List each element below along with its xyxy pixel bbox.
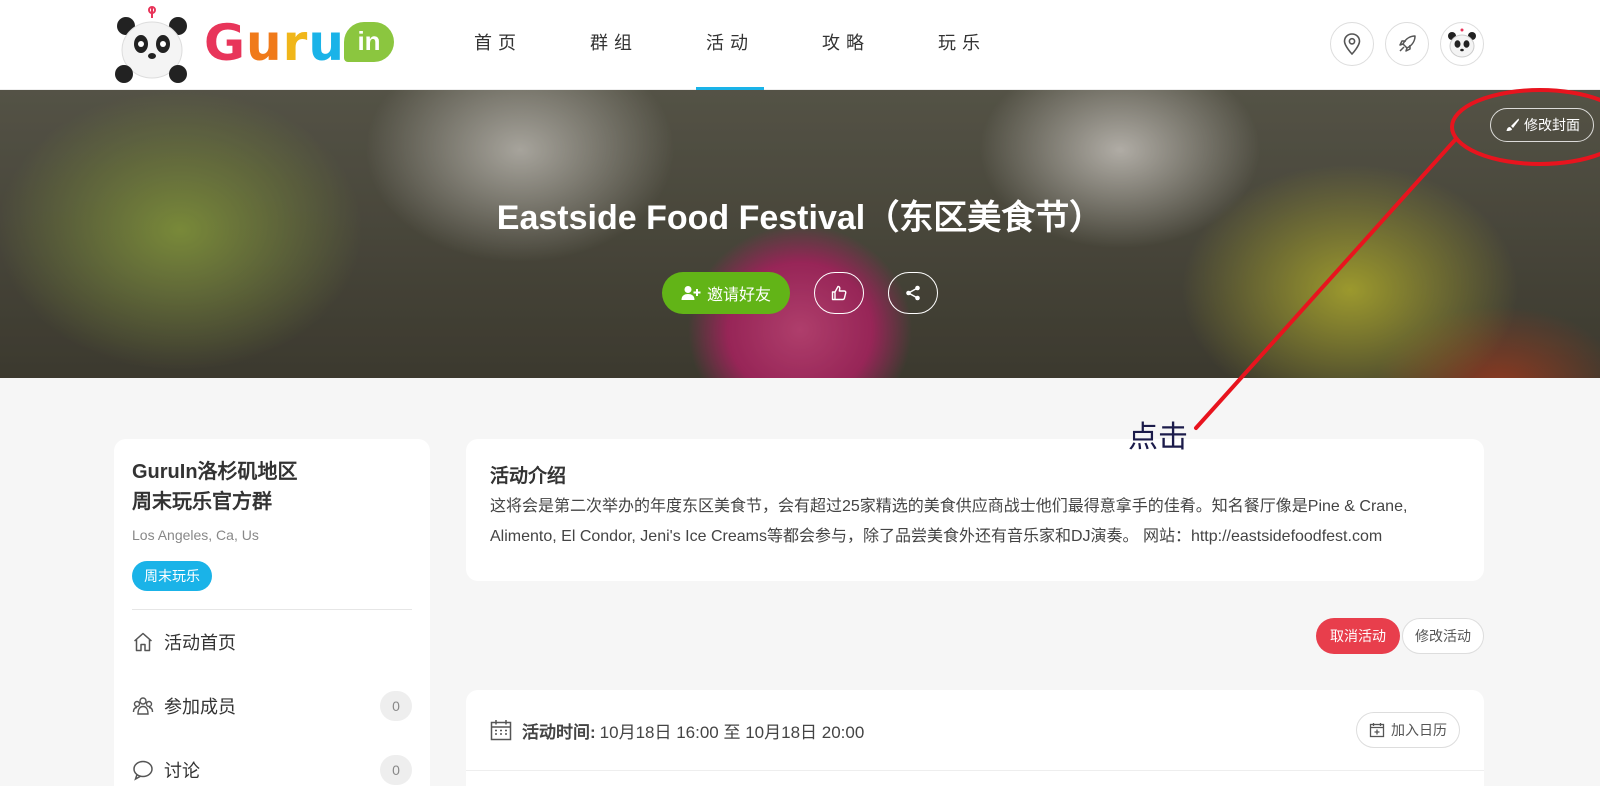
logo-letter: u bbox=[246, 14, 283, 72]
add-user-icon bbox=[681, 286, 701, 300]
event-time-row: 活动时间: 10月18日 16:00 至 10月18日 20:00 bbox=[490, 690, 864, 770]
user-avatar[interactable] bbox=[1440, 22, 1484, 66]
share-button[interactable] bbox=[888, 272, 938, 314]
event-time-value: 10月18日 16:00 至 10月18日 20:00 bbox=[599, 722, 865, 742]
group-name-line1: GuruIn洛杉矶地区 bbox=[132, 461, 298, 483]
members-icon bbox=[132, 697, 154, 715]
nav-groups[interactable]: 群组 bbox=[556, 0, 672, 90]
share-icon bbox=[906, 285, 920, 301]
event-title: Eastside Food Festival（东区美食节） bbox=[496, 199, 1104, 237]
chat-icon bbox=[133, 760, 153, 781]
sidebar-item-label: 活动首页 bbox=[164, 633, 236, 653]
invite-friends-label: 邀请好友 bbox=[706, 287, 771, 304]
nav-play[interactable]: 玩乐 bbox=[904, 0, 1020, 90]
main-nav: 首页 群组 活动 攻略 玩乐 bbox=[440, 0, 1020, 90]
sidebar-item-label: 参加成员 bbox=[164, 697, 236, 717]
intro-text: 这将会是第二次举办的年度东区美食节，会有超过25家精选的美食供应商战士他们最得意… bbox=[490, 498, 1408, 545]
cover-banner: Eastside Food Festival（东区美食节） 邀请好友 修改封面 bbox=[0, 90, 1600, 378]
group-name-line2: 周末玩乐官方群 bbox=[132, 491, 272, 513]
nav-home[interactable]: 首页 bbox=[440, 0, 556, 90]
event-time-label: 活动时间: bbox=[522, 722, 596, 742]
cancel-event-button[interactable]: 取消活动 bbox=[1316, 618, 1400, 654]
discussion-count-badge: 0 bbox=[380, 755, 412, 785]
event-intro-card: 活动介绍 这将会是第二次举办的年度东区美食节，会有超过25家精选的美食供应商战士… bbox=[466, 439, 1484, 581]
location-button[interactable] bbox=[1330, 22, 1374, 66]
add-to-calendar-button[interactable]: 加入日历 bbox=[1356, 712, 1460, 748]
sidebar-item-members[interactable]: 参加成员 0 bbox=[132, 674, 412, 738]
group-name[interactable]: GuruIn洛杉矶地区 周末玩乐官方群 bbox=[132, 457, 412, 517]
sidebar-item-discussion[interactable]: 讨论 0 bbox=[132, 738, 412, 786]
group-tag[interactable]: 周末玩乐 bbox=[132, 561, 212, 591]
calendar-add-icon bbox=[1369, 723, 1385, 738]
logo-wordmark: Guru bbox=[204, 14, 345, 72]
calendar-icon bbox=[490, 720, 512, 741]
publish-button[interactable] bbox=[1385, 22, 1429, 66]
home-icon bbox=[134, 632, 152, 652]
add-to-calendar-label: 加入日历 bbox=[1391, 722, 1447, 738]
location-icon bbox=[1343, 33, 1361, 55]
group-sidebar: GuruIn洛杉矶地区 周末玩乐官方群 Los Angeles, Ca, Us … bbox=[114, 439, 430, 786]
logo-in-bubble: in bbox=[344, 22, 394, 62]
edit-cover-label: 修改封面 bbox=[1524, 117, 1580, 133]
top-header: Guru in 首页 群组 活动 攻略 玩乐 bbox=[0, 0, 1600, 90]
members-count-badge: 0 bbox=[380, 691, 412, 721]
nav-events[interactable]: 活动 bbox=[672, 0, 788, 90]
group-location: Los Angeles, Ca, Us bbox=[132, 527, 259, 543]
panda-logo-icon bbox=[115, 6, 187, 83]
event-time-card: 活动时间: 10月18日 16:00 至 10月18日 20:00 加入日历 bbox=[466, 690, 1484, 786]
sidebar-item-event-home[interactable]: 活动首页 bbox=[132, 610, 412, 674]
guruin-logo[interactable]: Guru in bbox=[112, 4, 394, 86]
logo-letter: G bbox=[204, 14, 247, 72]
avatar bbox=[1448, 28, 1476, 58]
nav-guides[interactable]: 攻略 bbox=[788, 0, 904, 90]
annotation-click-label: 点击 bbox=[1128, 421, 1188, 454]
logo-letter: r bbox=[282, 14, 309, 72]
thumbs-up-icon bbox=[831, 285, 847, 301]
edit-event-button[interactable]: 修改活动 bbox=[1402, 618, 1484, 654]
brush-icon bbox=[1506, 118, 1519, 131]
logo-letter: u bbox=[308, 14, 345, 72]
intro-title: 活动介绍 bbox=[490, 466, 567, 487]
edit-cover-button[interactable]: 修改封面 bbox=[1490, 108, 1594, 142]
like-button[interactable] bbox=[814, 272, 864, 314]
rocket-icon bbox=[1399, 35, 1416, 52]
invite-friends-button[interactable]: 邀请好友 bbox=[662, 272, 790, 314]
time-divider bbox=[466, 770, 1484, 771]
sidebar-item-label: 讨论 bbox=[164, 761, 200, 781]
